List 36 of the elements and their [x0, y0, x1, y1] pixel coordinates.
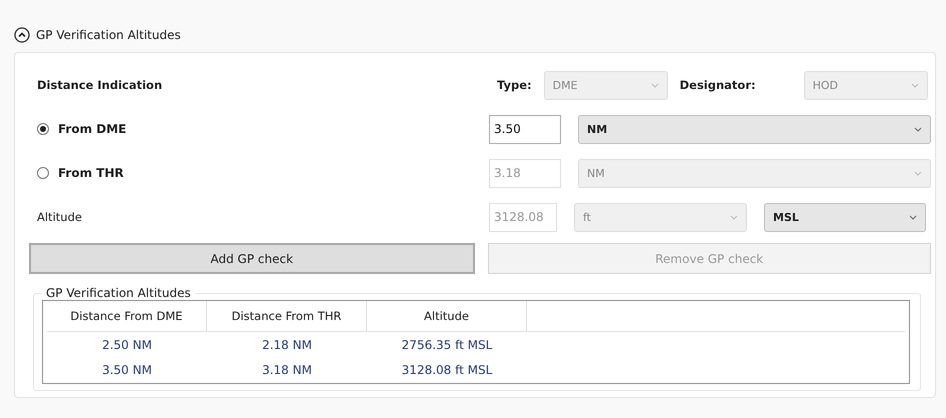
action-button[interactable]: Add GP check: [29, 243, 474, 274]
table-cell-text: 2.18 NM: [261, 337, 313, 354]
designator-label: Designator:: [680, 78, 757, 92]
radio-label: From THR: [58, 166, 124, 180]
section-title: GP Verification Altitudes: [36, 28, 181, 42]
table-cell-text: 2.50 NM: [101, 337, 153, 354]
combo-value: NM: [587, 166, 605, 180]
radio-label: From DME: [58, 122, 126, 136]
combo-value: DME: [552, 78, 578, 92]
column-header: Distance From DME: [47, 301, 207, 331]
altitude-label: Altitude: [37, 210, 82, 224]
group-title: GP Verification Altitudes: [45, 286, 192, 300]
type-label: Type:: [496, 78, 532, 92]
table-cell-text: 2756.35 ft MSL: [400, 337, 494, 354]
combo-value: HOD: [812, 78, 838, 92]
reference-dropdown[interactable]: MSL: [764, 202, 926, 232]
caret-icon: [909, 214, 917, 220]
caret-icon: [650, 82, 659, 88]
collapse-icon[interactable]: [14, 27, 30, 43]
table-cell-text: 3128.08 ft MSL: [400, 362, 494, 379]
radio-button[interactable]: [37, 123, 49, 135]
table-cell-text: 3.50 NM: [101, 362, 153, 379]
table-cell-text: 3.18 NM: [261, 362, 313, 379]
combo-value: NM: [587, 122, 608, 136]
caret-icon: [914, 126, 922, 132]
column-header: Distance From THR: [207, 301, 367, 331]
combo-value: MSL: [773, 210, 799, 224]
caret-icon: [910, 82, 919, 88]
section-label: Distance Indication: [37, 78, 162, 92]
caret-icon: [730, 214, 738, 220]
radio-button[interactable]: [37, 167, 49, 179]
combo-value: ft: [583, 210, 591, 224]
input-field[interactable]: 3.50: [489, 114, 561, 144]
caret-icon: [914, 170, 922, 176]
unit-dropdown[interactable]: NM: [578, 114, 931, 144]
column-header: Altitude: [367, 301, 527, 331]
